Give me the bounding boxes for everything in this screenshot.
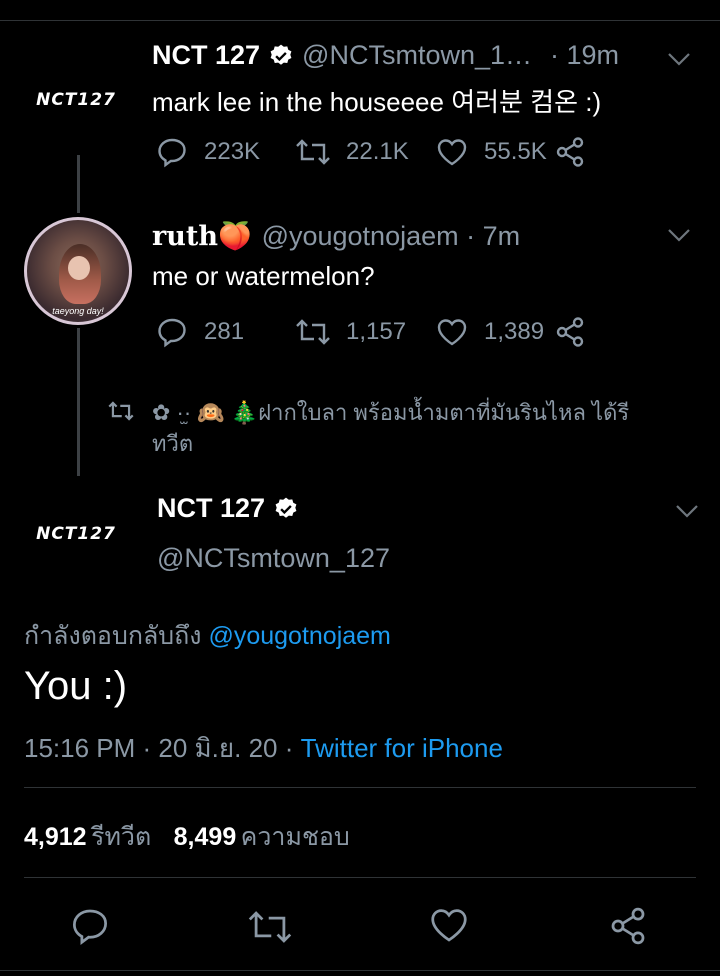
retweets-stat[interactable]: 4,912 รีทวีต xyxy=(24,823,156,851)
retweet-note-line2: ทวีต xyxy=(152,431,194,456)
main-author-name: NCT 127 xyxy=(157,493,266,523)
tweet2-header: ruth🍑 @yougotnojaem · 7m xyxy=(152,220,521,253)
nct127-logo-avatar[interactable]: NCT127 xyxy=(30,80,122,120)
retweet-icon xyxy=(296,139,330,165)
verified-badge-icon xyxy=(270,44,292,65)
reply-icon[interactable] xyxy=(70,906,110,946)
tweet2-author-name[interactable]: ruth🍑 xyxy=(152,220,252,252)
tweet-source-link[interactable]: Twitter for iPhone xyxy=(301,733,503,763)
bottom-divider xyxy=(0,970,720,971)
thread-line-bottom xyxy=(77,328,80,476)
like-count: 55.5K xyxy=(484,138,547,165)
avatar-caption: taeyong day! xyxy=(52,306,104,316)
share-icon[interactable] xyxy=(608,906,648,946)
reply-count: 281 xyxy=(204,318,245,345)
share-icon[interactable] xyxy=(554,316,586,348)
tweet1-actions: 223K 22.1K 55.5K xyxy=(156,136,586,168)
heart-icon[interactable] xyxy=(429,906,469,944)
tweet2-handle[interactable]: @yougotnojaem · 7m xyxy=(262,221,521,252)
reply-icon xyxy=(158,138,186,168)
replying-prefix: กำลังตอบกลับถึง xyxy=(24,622,202,650)
replying-to: กำลังตอบกลับถึง @yougotnojaem xyxy=(24,616,391,656)
verified-badge-icon xyxy=(275,497,297,518)
retweet-button[interactable]: 1,157 xyxy=(294,317,436,347)
retweeted-icon xyxy=(108,401,134,421)
ruth-avatar[interactable]: taeyong day! xyxy=(24,217,132,325)
retweet-count: 22.1K xyxy=(346,138,409,165)
stats-top-divider xyxy=(24,787,696,788)
tweet2-actions: 281 1,157 1,389 xyxy=(156,316,586,348)
retweet-note-line1: ✿ ·̫· 🙉 🎄ฝากใบลา พร้อมน้ำมตาที่มันรินไหล… xyxy=(152,400,630,425)
main-tweet-text: You :) xyxy=(24,664,128,708)
nct127-logo-avatar[interactable]: NCT127 xyxy=(30,514,122,554)
tweet1-text: mark lee in the houseeee 여러분 컴온 :) xyxy=(152,87,602,117)
main-tweet-stats: 4,912 รีทวีต 8,499 ความชอบ xyxy=(24,817,350,857)
reply-button[interactable]: 281 xyxy=(156,316,294,348)
avatar-face xyxy=(68,256,90,280)
main-tweet-time: 15:16 PM · 20 มิ.ย. 20 · xyxy=(24,733,294,763)
share-icon[interactable] xyxy=(554,136,586,168)
reply-button[interactable]: 223K xyxy=(156,136,294,168)
main-author-handle[interactable]: @NCTsmtown_127 xyxy=(157,543,390,574)
top-divider xyxy=(0,20,720,21)
main-author-row[interactable]: NCT 127 xyxy=(157,493,299,524)
retweet-icon[interactable] xyxy=(246,908,294,946)
tweet1-time: · 19m xyxy=(550,40,620,70)
retweet-note[interactable]: ✿ ·̫· 🙉 🎄ฝากใบลา พร้อมน้ำมตาที่มันรินไหล… xyxy=(152,397,702,459)
reply-count: 223K xyxy=(204,138,261,165)
tweet1-header: NCT 127 @NCTsmtown_1… · 19m xyxy=(152,40,619,71)
like-total: 8,499 xyxy=(173,823,237,851)
replying-to-link[interactable]: @yougotnojaem xyxy=(208,622,390,650)
heart-icon xyxy=(437,139,467,166)
chevron-down-icon[interactable] xyxy=(666,226,692,244)
retweet-total: 4,912 xyxy=(24,823,87,851)
retweet-button[interactable]: 22.1K xyxy=(294,137,436,167)
stats-bottom-divider xyxy=(24,877,696,878)
retweet-count: 1,157 xyxy=(346,318,407,345)
retweet-label: รีทวีต xyxy=(91,823,152,851)
chevron-down-icon[interactable] xyxy=(666,50,692,68)
tweet1-author-name[interactable]: NCT 127 xyxy=(152,40,260,71)
logo-text: NCT127 xyxy=(36,524,116,544)
reply-icon xyxy=(158,318,186,348)
logo-text: NCT127 xyxy=(36,90,116,110)
thread-line-top xyxy=(77,155,80,213)
heart-icon xyxy=(437,319,467,346)
chevron-down-icon[interactable] xyxy=(674,502,700,520)
tweet2-text: me or watermelon? xyxy=(152,261,375,291)
retweet-icon xyxy=(296,319,330,345)
like-label: ความชอบ xyxy=(240,823,350,851)
like-count: 1,389 xyxy=(484,318,545,345)
tweet1-handle[interactable]: @NCTsmtown_1… xyxy=(302,40,532,71)
main-tweet-meta: 15:16 PM · 20 มิ.ย. 20 · Twitter for iPh… xyxy=(24,728,503,769)
likes-stat[interactable]: 8,499 ความชอบ xyxy=(174,823,350,851)
